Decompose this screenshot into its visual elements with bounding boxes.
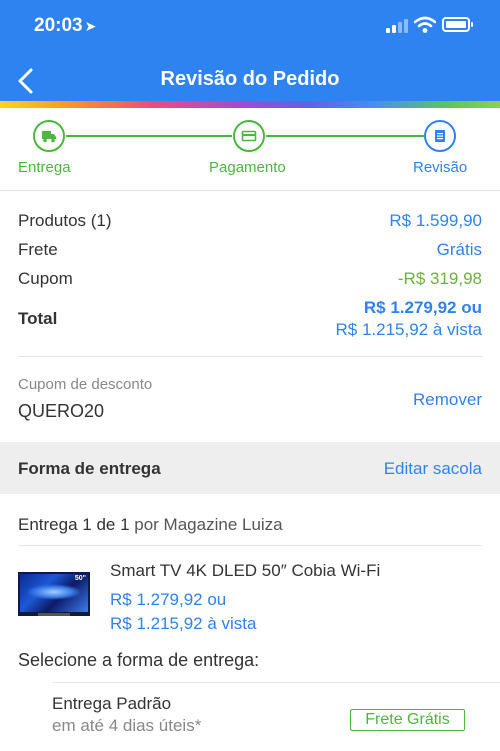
coupon-code: QUERO20 bbox=[18, 401, 105, 421]
list-icon bbox=[435, 130, 445, 142]
total-installment-price: R$ 1.279,92 ou bbox=[363, 298, 482, 317]
edit-cart-link[interactable]: Editar sacola bbox=[384, 459, 482, 479]
location-arrow-icon: ➤ bbox=[84, 18, 97, 34]
shipping-options-title: Selecione a forma de entrega: bbox=[18, 650, 260, 670]
product-size-badge: 50" bbox=[74, 575, 86, 582]
clock-text: 20:03 bbox=[34, 15, 83, 36]
remove-coupon-button[interactable]: Remover bbox=[413, 390, 482, 410]
divider bbox=[18, 356, 482, 357]
shipping-value: Grátis bbox=[436, 240, 482, 259]
shipping-label: Frete bbox=[18, 240, 58, 259]
divider bbox=[18, 545, 482, 546]
cellular-signal-icon bbox=[386, 19, 408, 33]
step-connector bbox=[66, 135, 232, 137]
seller-name: por Magazine Luiza bbox=[134, 515, 283, 534]
truck-icon bbox=[42, 131, 56, 143]
step-label-entrega: Entrega bbox=[18, 159, 71, 176]
product-name: Smart TV 4K DLED 50″ Cobia Wi-Fi bbox=[110, 561, 381, 580]
divider bbox=[0, 190, 500, 191]
total-value-cash: R$ 1.215,92 à vista bbox=[335, 320, 482, 339]
credit-card-icon bbox=[241, 130, 257, 142]
step-revisao[interactable] bbox=[424, 120, 456, 152]
coupon-row-label: Cupom bbox=[18, 269, 73, 288]
total-label: Total bbox=[18, 309, 58, 328]
step-pagamento[interactable] bbox=[233, 120, 265, 152]
status-bar-time: 20:03 ➤ bbox=[34, 15, 96, 37]
wifi-icon bbox=[414, 16, 436, 33]
total-value-installments: R$ 1.279,92 ou bbox=[364, 298, 482, 318]
app-header: 20:03 ➤ Revisão do Pedido bbox=[0, 0, 500, 108]
product-image: 50" bbox=[18, 572, 90, 616]
products-value: R$ 1.599,90 bbox=[389, 211, 482, 230]
shipping-option-eta: em até 4 dias úteis* bbox=[52, 716, 202, 735]
step-label-pagamento: Pagamento bbox=[209, 159, 286, 176]
delivery-section-header: Forma de entrega Editar sacola bbox=[0, 442, 500, 494]
delivery-count: Entrega 1 de 1 bbox=[18, 515, 130, 534]
checkout-stepper: Entrega Pagamento Revisão bbox=[0, 108, 500, 190]
step-label-revisao: Revisão bbox=[413, 159, 468, 176]
delivery-section-title: Forma de entrega bbox=[18, 459, 161, 478]
shipping-option-name[interactable]: Entrega Padrão bbox=[52, 694, 171, 714]
step-connector bbox=[266, 135, 424, 137]
divider bbox=[52, 682, 500, 683]
coupon-field-label: Cupom de desconto bbox=[18, 376, 153, 393]
battery-icon bbox=[442, 17, 473, 32]
free-shipping-badge: Frete Grátis bbox=[350, 709, 465, 731]
delivery-count-heading: Entrega 1 de 1 por Magazine Luiza bbox=[18, 515, 283, 535]
coupon-discount-value: -R$ 319,98 bbox=[397, 269, 482, 288]
product-price: R$ 1.279,92 ou R$ 1.215,92 à vista bbox=[110, 588, 256, 636]
product-cash-price: R$ 1.215,92 à vista bbox=[110, 614, 257, 633]
brand-color-strip bbox=[0, 101, 500, 108]
page-title: Revisão do Pedido bbox=[160, 68, 340, 90]
products-label: Produtos (1) bbox=[18, 211, 112, 230]
step-entrega[interactable] bbox=[33, 120, 65, 152]
product-installment-price: R$ 1.279,92 ou bbox=[110, 590, 227, 609]
